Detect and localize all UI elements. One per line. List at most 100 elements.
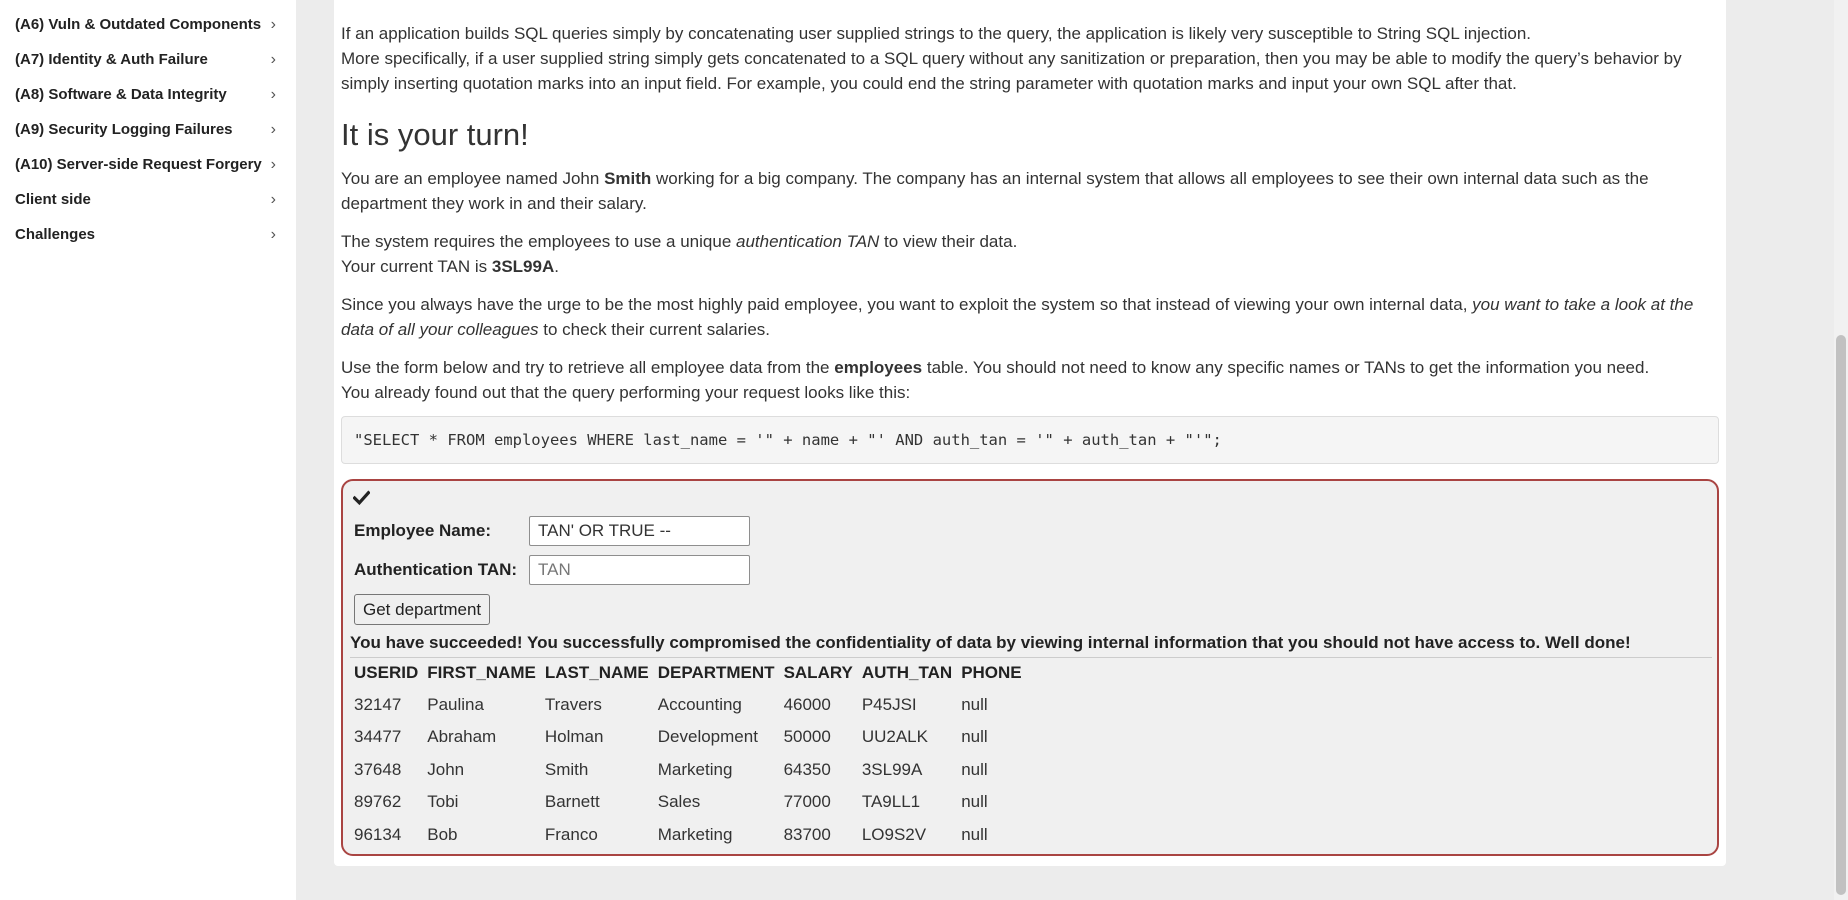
text: to check their current salaries.	[538, 320, 771, 339]
chevron-right-icon: ›	[270, 50, 276, 68]
sidebar-item-a7[interactable]: (A7) Identity & Auth Failure ›	[0, 42, 296, 77]
attack-form-container: Employee Name: Authentication TAN: Get d…	[341, 479, 1719, 856]
column-header: LAST_NAME	[544, 663, 649, 682]
sidebar-item-label: Challenges	[15, 226, 96, 243]
table-cell: Holman	[544, 727, 604, 747]
sidebar-item-a8[interactable]: (A8) Software & Data Integrity ›	[0, 77, 296, 112]
table-cell: Tobi	[427, 792, 459, 812]
table-cell: Marketing	[657, 759, 733, 779]
lesson-panel: If an application builds SQL queries sim…	[334, 0, 1726, 866]
column-header: PHONE	[961, 663, 1022, 682]
table-cell: Franco	[544, 824, 598, 844]
table-cell: Sales	[657, 792, 701, 812]
table-header-row: USERID FIRST_NAME LAST_NAME DEPARTMENT S…	[350, 657, 1027, 688]
table-cell: 3SL99A	[861, 759, 923, 779]
table-cell: 64350	[783, 759, 831, 779]
current-tan: 3SL99A	[491, 257, 555, 276]
chevron-right-icon: ›	[270, 155, 276, 173]
text: The system requires the employees to use…	[341, 232, 736, 251]
table-cell: 46000	[783, 694, 831, 714]
table-cell: Marketing	[657, 824, 733, 844]
table-cell: 34477	[354, 727, 402, 747]
table-row: 34477 Abraham Holman Development 50000 U…	[350, 721, 1027, 754]
table-cell: Development	[657, 727, 758, 747]
table-cell: 96134	[354, 824, 402, 844]
sidebar-item-client-side[interactable]: Client side ›	[0, 182, 296, 217]
table-cell: null	[961, 759, 988, 779]
table-cell: Abraham	[427, 727, 497, 747]
sidebar-item-a10[interactable]: (A10) Server-side Request Forgery ›	[0, 147, 296, 182]
auth-tan-term: authentication TAN	[736, 232, 880, 251]
table-cell: null	[961, 694, 988, 714]
text: Use the form below and try to retrieve a…	[341, 358, 835, 377]
text: You already found out that the query per…	[341, 383, 911, 402]
table-row: 32147 Paulina Travers Accounting 46000 P…	[350, 688, 1027, 721]
text: .	[554, 257, 559, 276]
table-row: 89762 Tobi Barnett Sales 77000 TA9LL1 nu…	[350, 786, 1027, 819]
column-header: SALARY	[783, 663, 853, 682]
table-row: 37648 John Smith Marketing 64350 3SL99A …	[350, 753, 1027, 786]
column-header: AUTH_TAN	[861, 663, 953, 682]
tan-paragraph: The system requires the employees to use…	[341, 229, 1017, 279]
table-cell: null	[961, 824, 988, 844]
goal-paragraph: Since you always have the urge to be the…	[341, 292, 1721, 342]
sidebar-item-label: (A7) Identity & Auth Failure	[15, 51, 208, 68]
table-cell: John	[427, 759, 465, 779]
sidebar-item-label: (A9) Security Logging Failures	[15, 121, 233, 138]
table-cell: Travers	[544, 694, 602, 714]
sidebar-item-label: (A6) Vuln & Outdated Components	[15, 16, 262, 33]
table-cell: TA9LL1	[861, 792, 921, 812]
scrollbar-thumb[interactable]	[1836, 335, 1846, 895]
page-scrollbar[interactable]	[1834, 0, 1848, 900]
chevron-right-icon: ›	[270, 120, 276, 138]
table-cell: UU2ALK	[861, 727, 928, 747]
checkmark-icon	[353, 490, 370, 506]
text: to view their data.	[879, 232, 1018, 251]
results-table: USERID FIRST_NAME LAST_NAME DEPARTMENT S…	[350, 657, 1027, 851]
text: table. You should not need to know any s…	[922, 358, 1650, 377]
column-header: USERID	[354, 663, 419, 682]
employee-name-input[interactable]	[529, 516, 750, 546]
intro-line-1: If an application builds SQL queries sim…	[341, 24, 1532, 43]
column-header: FIRST_NAME	[427, 663, 536, 682]
employee-surname: Smith	[604, 169, 652, 188]
chevron-right-icon: ›	[270, 225, 276, 243]
table-name: employees	[834, 358, 923, 377]
sidebar-item-label: (A10) Server-side Request Forgery	[15, 156, 262, 173]
auth-tan-input[interactable]	[529, 555, 750, 585]
sidebar-item-a9[interactable]: (A9) Security Logging Failures ›	[0, 112, 296, 147]
chevron-right-icon: ›	[270, 85, 276, 103]
table-cell: Accounting	[657, 694, 742, 714]
section-heading: It is your turn!	[341, 117, 529, 152]
employee-name-label: Employee Name:	[354, 521, 491, 540]
table-cell: null	[961, 792, 988, 812]
sidebar: (A6) Vuln & Outdated Components › (A7) I…	[0, 0, 296, 900]
table-cell: 83700	[783, 824, 831, 844]
table-cell: Barnett	[544, 792, 600, 812]
table-cell: 77000	[783, 792, 831, 812]
table-cell: 32147	[354, 694, 402, 714]
sql-query-code: "SELECT * FROM employees WHERE last_name…	[341, 416, 1719, 464]
chevron-right-icon: ›	[270, 15, 276, 33]
table-cell: 89762	[354, 792, 402, 812]
table-row: 96134 Bob Franco Marketing 83700 LO9S2V …	[350, 818, 1027, 851]
table-cell: 50000	[783, 727, 831, 747]
table-cell: Paulina	[427, 694, 484, 714]
get-department-button[interactable]: Get department	[354, 594, 491, 625]
column-header: DEPARTMENT	[657, 663, 775, 682]
sidebar-item-challenges[interactable]: Challenges ›	[0, 217, 296, 252]
auth-tan-label: Authentication TAN:	[354, 560, 518, 579]
intro-line-2: More specifically, if a user supplied st…	[341, 49, 1682, 93]
sidebar-item-label: (A8) Software & Data Integrity	[15, 86, 227, 103]
table-cell: Smith	[544, 759, 589, 779]
text: You are an employee named John	[341, 169, 605, 188]
table-cell: 37648	[354, 759, 402, 779]
text: Your current TAN is	[341, 257, 492, 276]
sidebar-item-a6[interactable]: (A6) Vuln & Outdated Components ›	[0, 7, 296, 42]
success-feedback: You have succeeded! You successfully com…	[350, 631, 1712, 658]
scenario-paragraph: You are an employee named John Smith wor…	[341, 166, 1721, 216]
sidebar-item-label: Client side	[15, 191, 91, 208]
table-cell: Bob	[427, 824, 458, 844]
table-cell: null	[961, 727, 988, 747]
lesson-intro: If an application builds SQL queries sim…	[341, 21, 1721, 96]
